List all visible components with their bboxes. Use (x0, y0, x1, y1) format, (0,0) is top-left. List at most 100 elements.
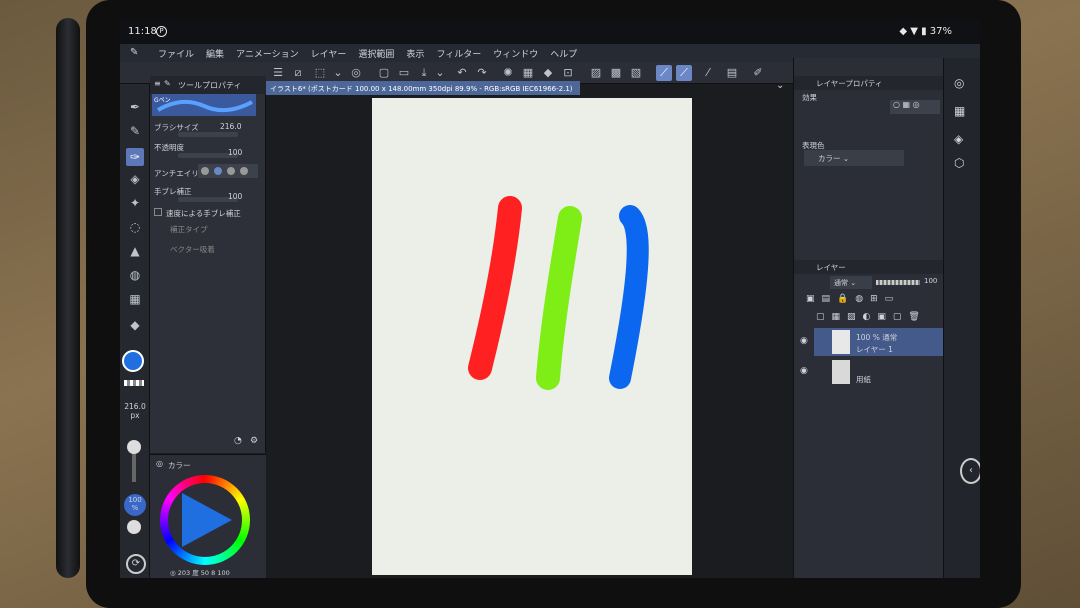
grid-tool-icon[interactable]: ▦ (126, 290, 144, 308)
transparent-swatch[interactable] (124, 380, 144, 386)
menu-filter[interactable]: フィルター (436, 47, 481, 60)
speed-stabilization-checkbox[interactable] (154, 208, 162, 216)
open-folder-icon[interactable]: ▭ (396, 65, 412, 81)
sparkle-icon[interactable]: ✦ (126, 194, 144, 212)
special-ruler-snap-icon[interactable]: ⟋ (676, 65, 692, 81)
pen-tool-icon[interactable]: ✑ (126, 148, 144, 166)
antialias-label: アンチエイリ (154, 169, 199, 178)
menu-help[interactable]: ヘルプ (550, 47, 577, 60)
main-color-swatch[interactable] (122, 350, 144, 372)
stabilization-field[interactable]: 100 (228, 192, 242, 201)
stylus-settings-icon[interactable]: ✐ (750, 65, 766, 81)
snap-grid-icon[interactable]: ▩ (608, 65, 624, 81)
menu-lines-icon[interactable]: ☰ (270, 65, 286, 81)
antialias-selector[interactable] (198, 164, 258, 178)
opacity-label: 不透明度 (154, 143, 184, 152)
document-tab[interactable]: イラスト6* (ポストカード 100.00 x 148.00mm 350dpi … (266, 81, 580, 95)
paper-canvas[interactable] (372, 98, 692, 575)
eraser-icon[interactable]: ◈ (126, 170, 144, 188)
companion-icon[interactable]: ◎ (348, 65, 364, 81)
navigator-icon[interactable]: ◎ (954, 76, 964, 90)
vector-snap-label: ベクター吸着 (170, 245, 215, 254)
transform-icon[interactable]: ⧄ (290, 65, 306, 81)
tab-dropdown-icon[interactable]: ⌄ (776, 80, 784, 91)
fill-icon[interactable]: ▦ (520, 65, 536, 81)
save-icon[interactable]: ⤓ (416, 65, 432, 81)
opacity-knob[interactable] (127, 520, 141, 534)
opacity-field[interactable]: 100 (228, 148, 242, 157)
paper-layer-name: 用紙 (856, 375, 871, 384)
color-wheel[interactable] (160, 475, 250, 565)
undo-icon[interactable]: ↶ (454, 65, 470, 81)
cube-icon[interactable]: ⬡ (954, 156, 964, 170)
menu-window[interactable]: ウィンドウ (493, 47, 538, 60)
color-panel: ◎ カラー ◎ 203 度 50 8 100 (150, 454, 266, 578)
crop-icon[interactable]: ⊡ (560, 65, 576, 81)
brush-size-field[interactable]: 216.0 (220, 122, 241, 131)
pen-nib-icon[interactable]: ✒ (126, 98, 144, 116)
status-bar: 11:18 P ◆ ▼ ▮ 37% (120, 20, 980, 44)
effect-buttons[interactable]: ○ ▦ ◎ (890, 100, 940, 114)
layer-tools-row-2[interactable]: ▢▦▧◐▣▢🗑 (816, 312, 927, 322)
edge-handle-icon[interactable]: ‹ (960, 458, 980, 484)
close-tab-icon[interactable]: × (579, 85, 580, 93)
antialias-weak-icon[interactable] (214, 167, 222, 175)
expression-color-value: カラー (818, 154, 841, 163)
brush-size-indicator: 216.0 px (122, 402, 148, 420)
brush-size-knob[interactable] (127, 440, 141, 454)
snap-ruler-icon[interactable]: ▧ (628, 65, 644, 81)
menu-animation[interactable]: アニメーション (236, 47, 299, 60)
visibility-eye-icon-2[interactable]: ◉ (800, 366, 808, 376)
expression-color-select[interactable]: カラー ⌄ (804, 150, 904, 166)
layer-row-paper[interactable]: ◉ 用紙 (800, 358, 944, 386)
antialias-mid-icon[interactable] (227, 167, 235, 175)
layer-opacity-value[interactable]: 100 (924, 277, 937, 285)
menu-view[interactable]: 表示 (406, 47, 424, 60)
menu-selection[interactable]: 選択範囲 (358, 47, 394, 60)
green-stroke (536, 206, 582, 390)
redo-icon[interactable]: ↷ (474, 65, 490, 81)
red-stroke (468, 196, 522, 380)
fit-icon[interactable]: ⬚ (312, 65, 328, 81)
layer-tools-row-1[interactable]: ▣▤🔒◍⊞▭ (806, 294, 900, 304)
bucket-icon[interactable]: ◆ (540, 65, 556, 81)
drawing-strokes (468, 196, 649, 390)
layer-opacity-slider[interactable] (876, 280, 920, 285)
ruler-snap-icon[interactable]: ⟋ (656, 65, 672, 81)
chevron-down-icon[interactable]: ⌄ (330, 65, 346, 81)
brush-size-slider-bar[interactable] (178, 132, 238, 137)
layer-switch-icon[interactable]: ⟳ (126, 554, 146, 574)
panel-menu-icon[interactable]: ≡ (154, 79, 161, 88)
layer-property-header: レイヤープロパティ (794, 76, 944, 90)
antialias-none-icon[interactable] (201, 167, 209, 175)
blend-mode-select[interactable]: 通常 ⌄ (830, 276, 872, 289)
blend-drop-icon[interactable]: ◍ (126, 266, 144, 284)
wifi-icon: ◆ ▼ ▮ (899, 26, 927, 37)
tool-settings-icon[interactable]: ⚙ (250, 436, 258, 446)
visibility-eye-icon[interactable]: ◉ (800, 336, 808, 346)
new-file-icon[interactable]: ▢ (376, 65, 392, 81)
color-triangle[interactable] (182, 493, 232, 547)
snap-off-icon[interactable]: ▨ (588, 65, 604, 81)
menu-file[interactable]: ファイル (158, 47, 194, 60)
add-property-icon[interactable]: ◔ (234, 436, 242, 446)
material-icon[interactable]: ▦ (954, 104, 965, 118)
bucket-tool-icon[interactable]: ◆ (126, 316, 144, 334)
menu-edit[interactable]: 編集 (206, 47, 224, 60)
fill-tool-icon[interactable]: ▲ (126, 242, 144, 260)
tool-palette: ✒ ✎ ✑ ◈ ✦ ◌ ▲ ◍ ▦ ◆ 216.0 px 100 % ⟳ (120, 84, 150, 578)
lasso-icon[interactable]: ◌ (126, 218, 144, 236)
antialias-strong-icon[interactable] (240, 167, 248, 175)
layer-row-1[interactable]: ◉ 100 % 通常 レイヤー 1 (800, 328, 944, 356)
layer-search-icon[interactable]: ◈ (954, 132, 963, 146)
clear-icon[interactable]: ✺ (500, 65, 516, 81)
color-wheel-tab-icon[interactable]: ◎ (156, 459, 163, 468)
draw-line-icon[interactable]: ⁄ (700, 65, 716, 81)
chevron-down-icon-2[interactable]: ⌄ (432, 65, 448, 81)
correction-type-label: 補正タイプ (170, 225, 208, 234)
device-icon[interactable]: ▤ (724, 65, 740, 81)
document-tab-title: イラスト6* (ポストカード 100.00 x 148.00mm 350dpi … (270, 85, 573, 93)
menu-layer[interactable]: レイヤー (311, 47, 347, 60)
app-logo-icon[interactable]: ✎ (130, 47, 138, 58)
pencil-icon[interactable]: ✎ (126, 122, 144, 140)
